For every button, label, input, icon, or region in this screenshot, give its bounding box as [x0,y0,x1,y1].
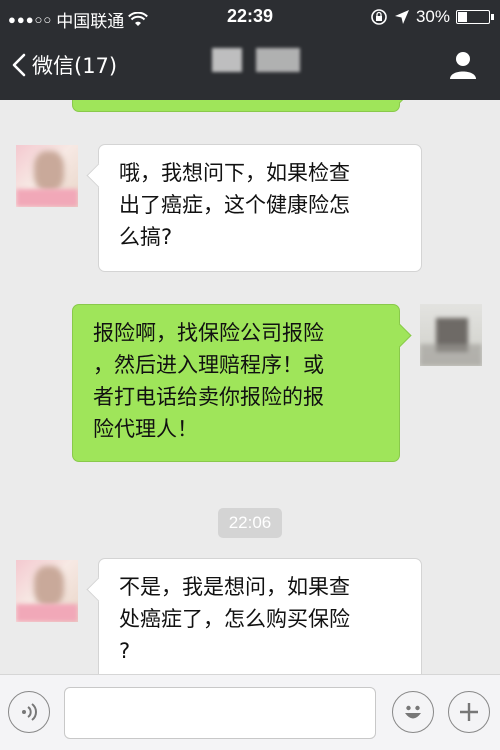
chat-title-redacted [212,48,300,72]
message-text-line: 险代理人！ [93,417,198,441]
message-bubble[interactable]: 不是，我是想问，如果查 处癌症了，怎么购买保险 ? [98,558,422,674]
voice-button[interactable] [8,691,50,733]
message-text-line: 者打电话给卖你报险的报 [93,385,324,409]
nav-bar: 微信(17) [0,34,500,100]
chat-info-button[interactable] [448,50,478,84]
message-text-line: 不是，我是想问，如果查 [119,575,350,599]
avatar[interactable] [16,560,78,622]
message-text-line: ? [119,639,131,663]
plus-icon [460,703,478,721]
chevron-left-icon [12,53,26,77]
redacted-block [256,48,300,72]
battery-icon [456,10,494,24]
message-text-line: 哦，我想问下，如果检查 [119,161,350,185]
status-bar: ●●●○○ 中国联通 22:39 30% [0,0,500,34]
emoji-icon [405,705,421,719]
message-text-line: 处癌症了，怎么购买保险 [119,607,350,631]
back-button[interactable]: 微信(17) [12,50,117,80]
message-bubble[interactable]: 哦，我想问下，如果检查 出了癌症，这个健康险怎 么搞? [98,144,422,272]
avatar[interactable] [420,304,482,366]
location-icon [394,10,409,24]
message-bubble-partial [72,100,400,112]
redacted-block [212,48,242,72]
message-text-line: 出了癌症，这个健康险怎 [119,193,350,217]
message-text-line: ，然后进入理赔程序！或 [93,353,324,377]
message-input[interactable] [64,687,376,739]
more-button[interactable] [448,691,490,733]
battery-percent: 30% [415,7,450,26]
back-label: 微信(17) [32,54,118,78]
message-text-line: 报险啊，找保险公司报险 [93,321,324,345]
person-icon [450,52,476,79]
message-bubble[interactable]: 报险啊，找保险公司报险 ，然后进入理赔程序！或 者打电话给卖你报险的报 险代理人… [72,304,400,462]
avatar[interactable] [16,145,78,207]
chat-area[interactable]: 哦，我想问下，如果检查 出了癌症，这个健康险怎 么搞? 报险啊，找保险公司报险 … [0,100,500,674]
rotation-lock-icon [371,9,387,25]
emoji-button[interactable] [392,691,434,733]
voice-icon [22,703,37,721]
message-text-line: 么搞? [119,225,173,249]
message-timestamp: 22:06 [218,508,282,538]
input-bar [0,674,500,750]
